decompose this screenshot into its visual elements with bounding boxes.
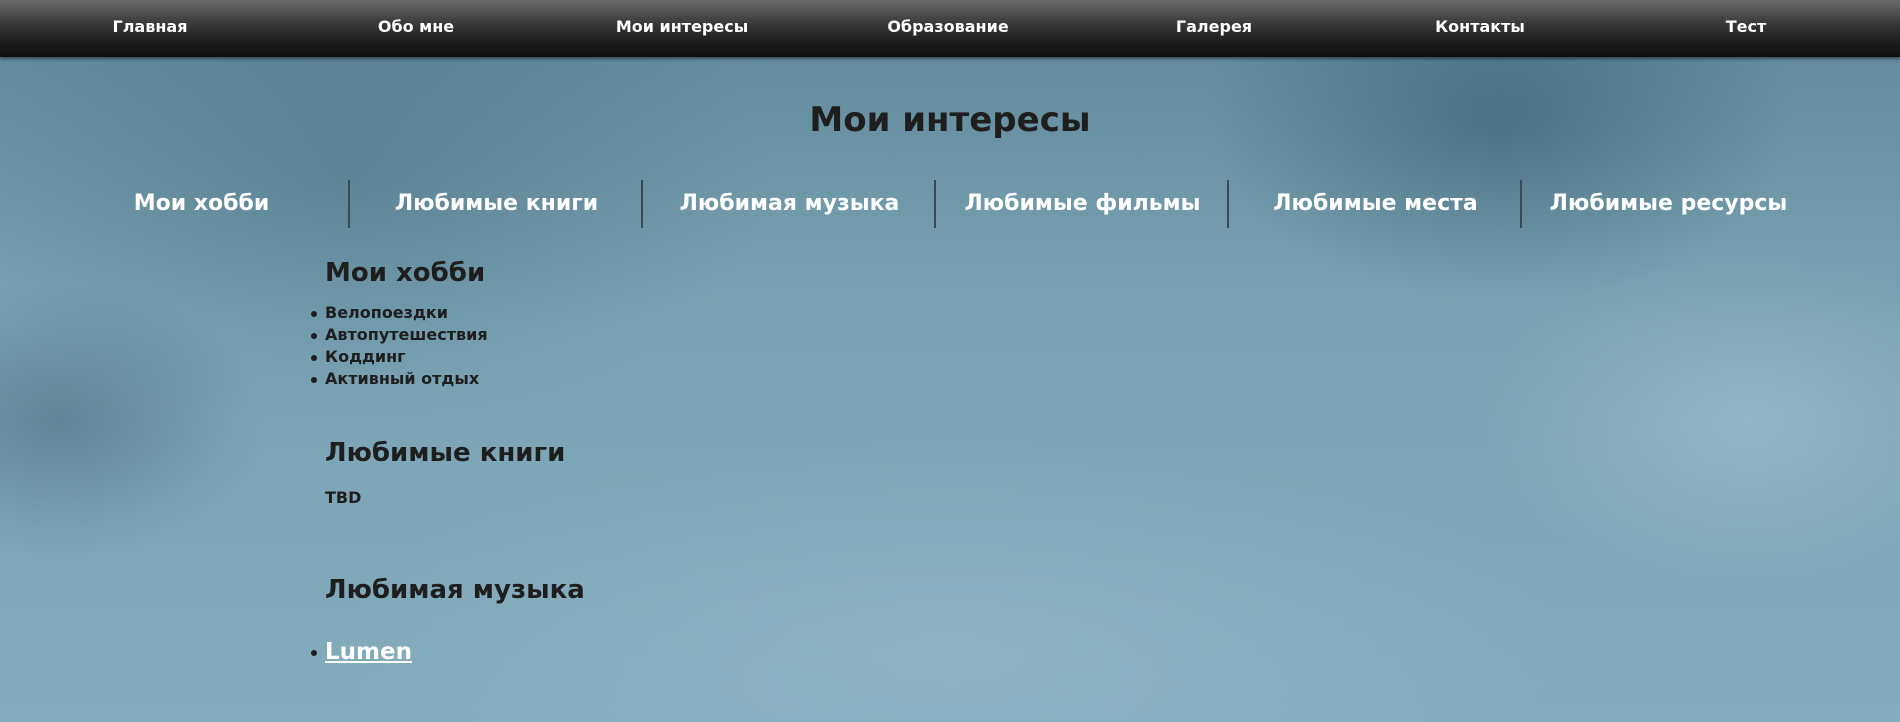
- list-item: Коддинг: [311, 346, 1525, 368]
- content-area: Мои хобби Велопоездки Автопутешествия Ко…: [311, 258, 1525, 665]
- music-section: Любимая музыка Lumen: [311, 575, 1525, 665]
- list-item: Lumen: [311, 639, 1525, 665]
- list-item: Автопутешествия: [311, 324, 1525, 346]
- nav-item-about[interactable]: Обо мне: [378, 17, 454, 37]
- books-title: Любимые книги: [325, 438, 566, 468]
- tab-hobbies[interactable]: Мои хобби: [55, 180, 348, 228]
- tab-places[interactable]: Любимые места: [1229, 180, 1522, 228]
- nav-item-interests[interactable]: Мои интересы: [616, 17, 748, 37]
- tab-music[interactable]: Любимая музыка: [643, 180, 936, 228]
- nav-item-gallery[interactable]: Галерея: [1176, 17, 1252, 37]
- books-section: Любимые книги TBD: [325, 438, 1525, 507]
- list-item: Велопоездки: [311, 302, 1525, 324]
- nav-item-test[interactable]: Тест: [1726, 17, 1767, 37]
- top-navigation: Главная Обо мне Мои интересы Образование…: [0, 0, 1900, 57]
- nav-item-home[interactable]: Главная: [113, 17, 188, 37]
- hobbies-section: Мои хобби Велопоездки Автопутешествия Ко…: [311, 258, 1525, 390]
- interests-tabs: Мои хобби Любимые книги Любимая музыка Л…: [55, 180, 1815, 228]
- tab-books[interactable]: Любимые книги: [350, 180, 643, 228]
- list-item: Активный отдых: [311, 368, 1525, 390]
- books-text: TBD: [325, 488, 362, 507]
- nav-item-contacts[interactable]: Контакты: [1435, 17, 1525, 37]
- tab-movies[interactable]: Любимые фильмы: [936, 180, 1229, 228]
- page-title: Мои интересы: [809, 100, 1091, 140]
- nav-item-education[interactable]: Образование: [887, 17, 1008, 37]
- music-link-lumen[interactable]: Lumen: [325, 639, 412, 665]
- music-title: Любимая музыка: [325, 575, 585, 605]
- tab-resources[interactable]: Любимые ресурсы: [1522, 180, 1815, 228]
- hobbies-list: Велопоездки Автопутешествия Коддинг Акти…: [311, 302, 1525, 390]
- hobbies-title: Мои хобби: [325, 258, 486, 288]
